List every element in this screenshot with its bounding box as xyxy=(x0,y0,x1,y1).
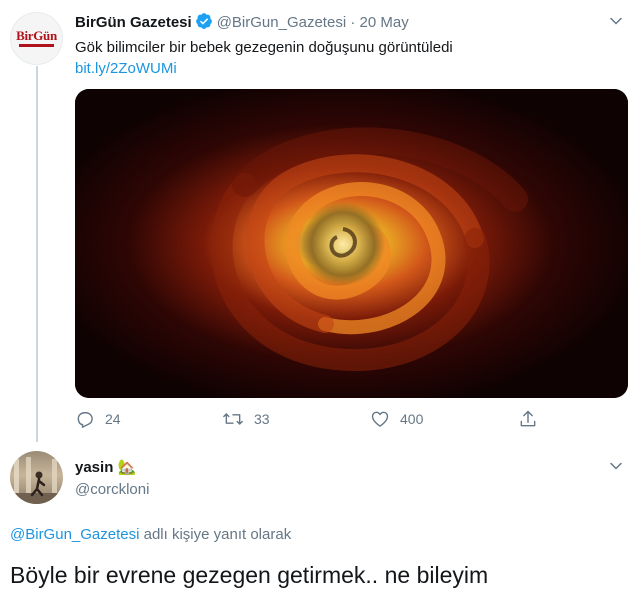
tweet-header: BirGün Gazetesi @BirGun_Gazetesi · 20 May xyxy=(75,12,409,36)
thread-connector-line xyxy=(36,66,38,442)
author-handle[interactable]: @BirGun_Gazetesi xyxy=(217,14,346,31)
user-photo-icon xyxy=(10,457,63,504)
avatar[interactable]: BirGün xyxy=(10,12,63,65)
tweet-media-image[interactable] xyxy=(75,89,628,398)
reply-context-label: adlı kişiye yanıt olarak xyxy=(139,526,292,543)
avatar[interactable] xyxy=(10,451,63,504)
chevron-down-icon[interactable] xyxy=(609,14,623,28)
reply-context: @BirGun_Gazetesi adlı kişiye yanıt olara… xyxy=(10,525,291,545)
like-count: 400 xyxy=(400,411,424,427)
spiral-galaxy-image xyxy=(75,89,628,398)
reply-action[interactable]: 24 xyxy=(75,407,121,431)
tweet-date[interactable]: 20 May xyxy=(360,14,409,31)
house-emoji-icon: 🏡 xyxy=(117,459,137,476)
reply-count: 24 xyxy=(105,411,121,427)
tweet-link[interactable]: bit.ly/2ZoWUMi xyxy=(75,58,177,79)
retweet-action[interactable]: 33 xyxy=(222,407,270,431)
chevron-down-icon[interactable] xyxy=(609,459,623,473)
retweet-icon xyxy=(223,413,243,425)
reply-author-name[interactable]: yasin xyxy=(75,459,113,476)
heart-icon xyxy=(371,411,389,427)
separator-dot: · xyxy=(350,14,356,31)
share-icon xyxy=(520,410,536,427)
tweet-text: Gök bilimciler bir bebek gezegenin doğuş… xyxy=(75,39,453,56)
birgun-logo-text: BirGün xyxy=(16,28,57,43)
share-action[interactable] xyxy=(518,407,548,431)
retweet-count: 33 xyxy=(254,411,270,427)
like-action[interactable]: 400 xyxy=(370,407,423,431)
author-name[interactable]: BirGün Gazetesi xyxy=(75,14,192,31)
reply-icon xyxy=(77,412,93,428)
reply-author-handle[interactable]: @corckloni xyxy=(75,480,149,500)
logo-underline xyxy=(19,44,54,47)
verified-badge-icon xyxy=(195,12,213,36)
reply-context-mention[interactable]: @BirGun_Gazetesi xyxy=(10,526,139,543)
reply-text: Böyle bir evrene gezegen getirmek.. ne b… xyxy=(10,562,489,588)
reply-author[interactable]: yasin 🏡 xyxy=(75,458,136,478)
